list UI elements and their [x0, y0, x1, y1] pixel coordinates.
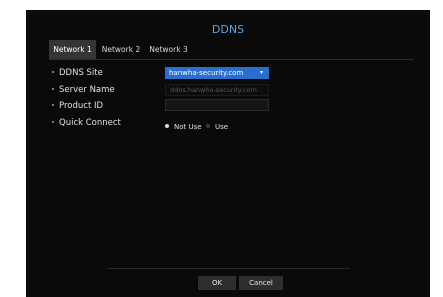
tab-network-1[interactable]: Network 1 [49, 40, 96, 59]
tab-divider [49, 59, 414, 60]
footer-divider [107, 268, 350, 269]
bullet-icon [52, 120, 54, 123]
radio-not-use-label: Not Use [174, 123, 202, 131]
ddns-site-row-label: DDNS Site [52, 68, 103, 78]
server-name-field[interactable]: ddns.hanwha-security.com [165, 84, 269, 96]
tab-network-2[interactable]: Network 2 [96, 40, 146, 59]
bullet-icon [52, 70, 54, 73]
radio-not-use[interactable]: Not Use [165, 122, 202, 132]
radio-selected-icon [165, 124, 169, 128]
ddns-site-value: hanwha-security.com [169, 69, 244, 77]
quick-connect-label: Quick Connect [59, 118, 121, 128]
ddns-site-select[interactable]: hanwha-security.com ▾ [165, 67, 269, 79]
bullet-icon [52, 87, 54, 90]
product-id-label: Product ID [59, 101, 104, 111]
tab-network-3[interactable]: Network 3 [146, 40, 191, 59]
server-name-placeholder: ddns.hanwha-security.com [170, 86, 257, 94]
chevron-down-icon: ▾ [259, 69, 263, 76]
radio-use[interactable]: Use [206, 122, 228, 132]
quick-connect-row-label: Quick Connect [52, 118, 121, 128]
server-name-row-label: Server Name [52, 85, 115, 95]
product-id-field[interactable] [165, 99, 269, 111]
dialog-title: DDNS [211, 23, 245, 36]
cancel-button[interactable]: Cancel [239, 276, 283, 290]
ok-button[interactable]: OK [198, 276, 236, 290]
radio-unselected-icon [206, 124, 210, 128]
ddns-site-label: DDNS Site [59, 68, 103, 78]
bullet-icon [52, 103, 54, 106]
ddns-dialog: DDNS Network 1 Network 2 Network 3 DDNS … [26, 10, 430, 297]
radio-use-label: Use [215, 123, 229, 131]
server-name-label: Server Name [59, 85, 115, 95]
product-id-row-label: Product ID [52, 101, 103, 111]
